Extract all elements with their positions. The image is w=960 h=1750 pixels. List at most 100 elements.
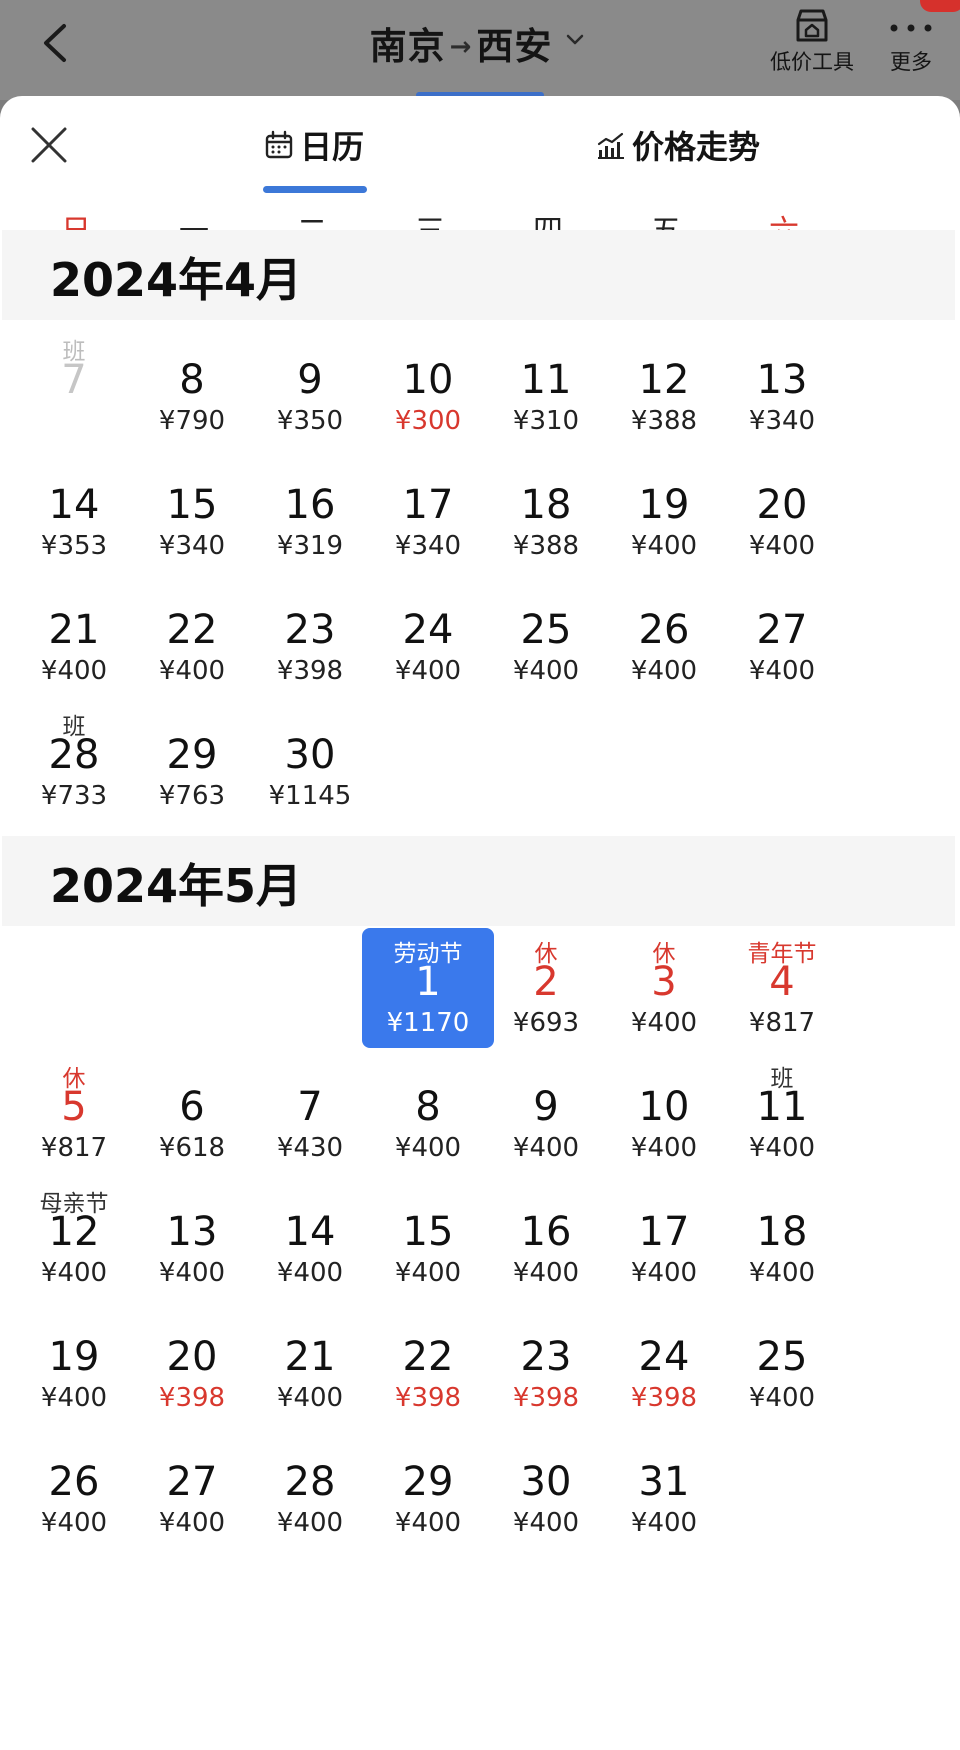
day-cell[interactable]: 25 ¥400 xyxy=(716,1303,848,1423)
day-price: ¥400 xyxy=(276,1508,344,1538)
day-price: ¥817 xyxy=(40,1133,108,1163)
day-cell[interactable]: 25 ¥400 xyxy=(480,576,612,696)
day-cell[interactable]: 29 ¥400 xyxy=(362,1428,494,1548)
day-cell[interactable]: 休 5 ¥817 xyxy=(8,1053,140,1173)
day-price: ¥340 xyxy=(158,531,226,561)
day-number: 8 xyxy=(179,357,205,403)
day-price: ¥400 xyxy=(630,1008,698,1038)
close-icon[interactable] xyxy=(28,124,70,166)
tab-calendar[interactable]: 日历 xyxy=(264,122,364,168)
day-cell[interactable]: 18 ¥388 xyxy=(480,451,612,571)
day-price: ¥763 xyxy=(158,781,226,811)
more-button[interactable]: 更多 xyxy=(880,8,942,76)
day-cell[interactable]: 青年节 4 ¥817 xyxy=(716,928,848,1048)
route-arrow: → xyxy=(449,32,473,62)
day-number: 14 xyxy=(284,1209,336,1255)
calendar-sheet: 日历 价格走势 日一二三四五六 2024年4月班78¥7909¥35010¥30… xyxy=(0,96,960,1750)
day-price: ¥400 xyxy=(512,1508,580,1538)
day-cell[interactable]: 27 ¥400 xyxy=(126,1428,258,1548)
day-price: ¥400 xyxy=(394,1508,462,1538)
day-price: ¥400 xyxy=(512,656,580,686)
day-number: 23 xyxy=(520,1334,572,1380)
day-cell[interactable]: 休 2 ¥693 xyxy=(480,928,612,1048)
day-number: 1 xyxy=(415,959,441,1005)
day-cell[interactable]: 7 ¥430 xyxy=(244,1053,376,1173)
day-cell[interactable]: 13 ¥340 xyxy=(716,326,848,446)
notification-badge xyxy=(920,0,960,12)
day-cell[interactable]: 26 ¥400 xyxy=(8,1428,140,1548)
low-price-tool-button[interactable]: 低价工具 xyxy=(760,8,864,76)
day-cell[interactable]: 15 ¥340 xyxy=(126,451,258,571)
day-cell[interactable]: 11 ¥310 xyxy=(480,326,612,446)
day-cell[interactable]: 14 ¥353 xyxy=(8,451,140,571)
day-cell[interactable]: 19 ¥400 xyxy=(8,1303,140,1423)
day-price: ¥693 xyxy=(512,1008,580,1038)
active-tab-indicator xyxy=(263,186,367,193)
day-number: 26 xyxy=(638,607,690,653)
day-number: 26 xyxy=(48,1459,100,1505)
tab-price-trend[interactable]: 价格走势 xyxy=(596,122,760,168)
day-cell[interactable]: 17 ¥340 xyxy=(362,451,494,571)
day-cell[interactable]: 29 ¥763 xyxy=(126,701,258,821)
day-cell[interactable]: 24 ¥400 xyxy=(362,576,494,696)
day-number: 29 xyxy=(402,1459,454,1505)
day-cell[interactable]: 9 ¥400 xyxy=(480,1053,612,1173)
day-cell[interactable]: 16 ¥400 xyxy=(480,1178,612,1298)
day-cell[interactable]: 21 ¥400 xyxy=(244,1303,376,1423)
day-cell[interactable]: 23 ¥398 xyxy=(480,1303,612,1423)
day-cell[interactable]: 14 ¥400 xyxy=(244,1178,376,1298)
day-cell[interactable]: 18 ¥400 xyxy=(716,1178,848,1298)
day-price: ¥319 xyxy=(276,531,344,561)
day-number: 13 xyxy=(756,357,808,403)
destination-city: 西安 xyxy=(476,25,553,68)
day-cell[interactable]: 30 ¥400 xyxy=(480,1428,612,1548)
month-title: 2024年5月 xyxy=(50,859,303,913)
day-number: 9 xyxy=(297,357,323,403)
day-cell[interactable]: 8 ¥400 xyxy=(362,1053,494,1173)
day-cell[interactable]: 23 ¥398 xyxy=(244,576,376,696)
day-cell[interactable]: 10 ¥300 xyxy=(362,326,494,446)
day-cell[interactable]: 28 ¥400 xyxy=(244,1428,376,1548)
day-cell[interactable]: 31 ¥400 xyxy=(598,1428,730,1548)
day-price: ¥400 xyxy=(276,1383,344,1413)
tab-calendar-label: 日历 xyxy=(300,128,365,166)
day-cell[interactable]: 15 ¥400 xyxy=(362,1178,494,1298)
day-price: ¥400 xyxy=(394,1133,462,1163)
day-cell[interactable]: 8 ¥790 xyxy=(126,326,258,446)
day-number: 18 xyxy=(756,1209,808,1255)
day-cell[interactable]: 6 ¥618 xyxy=(126,1053,258,1173)
day-cell[interactable]: 27 ¥400 xyxy=(716,576,848,696)
day-cell[interactable]: 班 11 ¥400 xyxy=(716,1053,848,1173)
day-price: ¥353 xyxy=(40,531,108,561)
day-cell[interactable]: 21 ¥400 xyxy=(8,576,140,696)
day-number: 17 xyxy=(638,1209,690,1255)
day-price: ¥817 xyxy=(748,1008,816,1038)
store-icon xyxy=(796,9,828,42)
day-cell[interactable]: 19 ¥400 xyxy=(598,451,730,571)
day-number: 20 xyxy=(756,482,808,528)
day-cell[interactable]: 30 ¥1145 xyxy=(244,701,376,821)
day-cell[interactable]: 20 ¥400 xyxy=(716,451,848,571)
day-cell[interactable]: 16 ¥319 xyxy=(244,451,376,571)
day-number: 28 xyxy=(284,1459,336,1505)
day-cell[interactable]: 休 3 ¥400 xyxy=(598,928,730,1048)
day-cell[interactable]: 22 ¥400 xyxy=(126,576,258,696)
day-cell[interactable]: 13 ¥400 xyxy=(126,1178,258,1298)
day-cell[interactable]: 母亲节 12 ¥400 xyxy=(8,1178,140,1298)
day-price: ¥310 xyxy=(512,406,580,436)
day-cell[interactable]: 22 ¥398 xyxy=(362,1303,494,1423)
day-price: ¥388 xyxy=(512,531,580,561)
day-cell[interactable]: 班 28 ¥733 xyxy=(8,701,140,821)
day-price: ¥400 xyxy=(748,531,816,561)
day-cell[interactable]: 20 ¥398 xyxy=(126,1303,258,1423)
day-cell[interactable]: 26 ¥400 xyxy=(598,576,730,696)
day-number: 10 xyxy=(638,1084,690,1130)
day-number: 7 xyxy=(61,357,87,403)
day-cell[interactable]: 12 ¥388 xyxy=(598,326,730,446)
day-cell[interactable]: 24 ¥398 xyxy=(598,1303,730,1423)
day-cell[interactable]: 17 ¥400 xyxy=(598,1178,730,1298)
day-price: ¥398 xyxy=(394,1383,462,1413)
day-cell[interactable]: 9 ¥350 xyxy=(244,326,376,446)
day-cell-selected[interactable]: 劳动节 1 ¥1170 xyxy=(362,928,494,1048)
day-cell[interactable]: 10 ¥400 xyxy=(598,1053,730,1173)
